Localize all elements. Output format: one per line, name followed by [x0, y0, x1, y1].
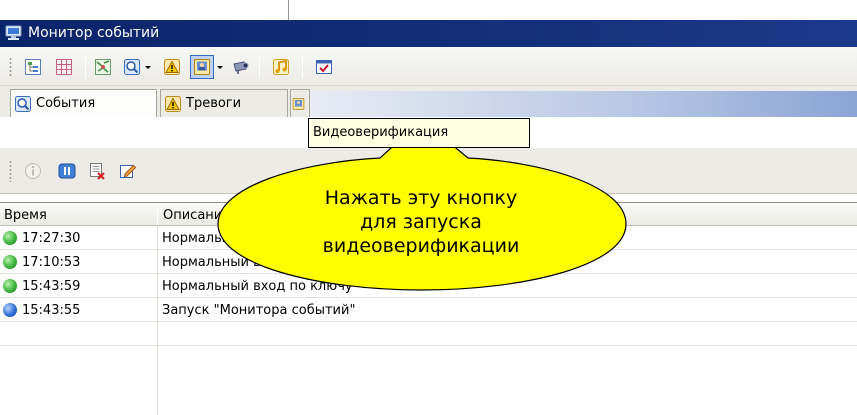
status-blue-dot-icon	[3, 303, 17, 317]
alarm-button[interactable]	[161, 56, 183, 78]
tab-strip: События Тревоги	[0, 86, 857, 117]
toolbar-grip[interactable]	[9, 57, 12, 77]
edit-icon	[120, 164, 137, 178]
tab-video-verification[interactable]	[290, 89, 310, 117]
map-view-button[interactable]	[92, 56, 114, 78]
video-verification-icon	[292, 97, 305, 110]
event-time: 15:43:55	[22, 302, 81, 318]
tree-view-icon	[25, 59, 41, 75]
events-icon	[124, 59, 140, 75]
status-green-dot-icon	[3, 279, 17, 293]
events-dropdown-arrow[interactable]	[144, 56, 152, 78]
toolbar-separator	[259, 56, 260, 78]
map-view-icon	[95, 59, 111, 75]
time-cell: 17:27:30	[0, 226, 158, 250]
music-note-icon	[273, 59, 289, 75]
time-cell: 17:10:53	[0, 250, 158, 274]
event-time: 17:10:53	[22, 254, 81, 270]
camera-button[interactable]	[230, 56, 252, 78]
callout-line: Нажать эту кнопку	[324, 187, 518, 209]
table-row-empty	[0, 322, 857, 346]
info-icon	[25, 163, 41, 179]
event-time: 17:27:30	[22, 230, 81, 246]
column-resizer[interactable]	[157, 205, 158, 224]
toolbar-grip[interactable]	[9, 160, 12, 182]
event-description: Запуск "Монитора событий"	[162, 302, 356, 318]
pause-button[interactable]	[56, 160, 78, 182]
tab-strip-fill	[306, 91, 857, 117]
grid-view-icon	[56, 59, 72, 75]
camera-icon	[233, 61, 249, 74]
table-row-empty	[0, 346, 857, 415]
tab-events[interactable]: События	[10, 89, 157, 117]
time-cell: 15:43:55	[0, 298, 158, 322]
background-strip	[0, 0, 857, 20]
window-titlebar: Монитор событий	[0, 20, 857, 47]
events-button[interactable]	[121, 56, 143, 78]
video-verification-dropdown-arrow[interactable]	[216, 56, 224, 78]
callout-line: для запуска	[360, 211, 482, 233]
time-cell	[0, 322, 158, 346]
column-header-time[interactable]: Время	[0, 203, 157, 226]
status-green-dot-icon	[3, 255, 17, 269]
tab-events-label: События	[36, 96, 96, 111]
event-time: 15:43:59	[22, 278, 81, 294]
edit-button[interactable]	[117, 160, 139, 182]
table-row[interactable]: 15:43:55 Запуск "Монитора событий"	[0, 298, 857, 322]
delete-list-button[interactable]	[86, 160, 108, 182]
monitor-icon	[5, 24, 23, 42]
tooltip: Видеоверификация	[308, 118, 530, 148]
grid-view-button[interactable]	[53, 56, 75, 78]
window-title: Монитор событий	[28, 25, 160, 41]
time-cell	[0, 346, 158, 415]
sound-button[interactable]	[270, 56, 292, 78]
status-green-dot-icon	[3, 231, 17, 245]
time-cell: 15:43:59	[0, 274, 158, 298]
alarm-icon	[164, 59, 180, 75]
tab-alarms-label: Тревоги	[186, 96, 242, 111]
checked-window-icon	[316, 60, 332, 74]
video-verification-button[interactable]	[190, 55, 214, 79]
toolbar-separator	[85, 56, 86, 78]
checked-window-button[interactable]	[313, 56, 335, 78]
events-icon	[15, 95, 31, 112]
main-toolbar	[0, 47, 857, 86]
tab-alarms[interactable]: Тревоги	[160, 89, 288, 117]
video-verification-icon	[194, 59, 210, 75]
toolbar-separator	[302, 56, 303, 78]
callout-text: Нажать эту кнопку для запуска видеовериф…	[271, 186, 571, 258]
tree-view-button[interactable]	[22, 56, 44, 78]
callout-line: видеоверификации	[322, 235, 520, 257]
alarm-icon	[165, 95, 181, 112]
info-button[interactable]	[22, 160, 44, 182]
delete-list-icon	[90, 163, 105, 180]
pause-icon	[58, 163, 76, 179]
background-divider	[288, 0, 289, 20]
